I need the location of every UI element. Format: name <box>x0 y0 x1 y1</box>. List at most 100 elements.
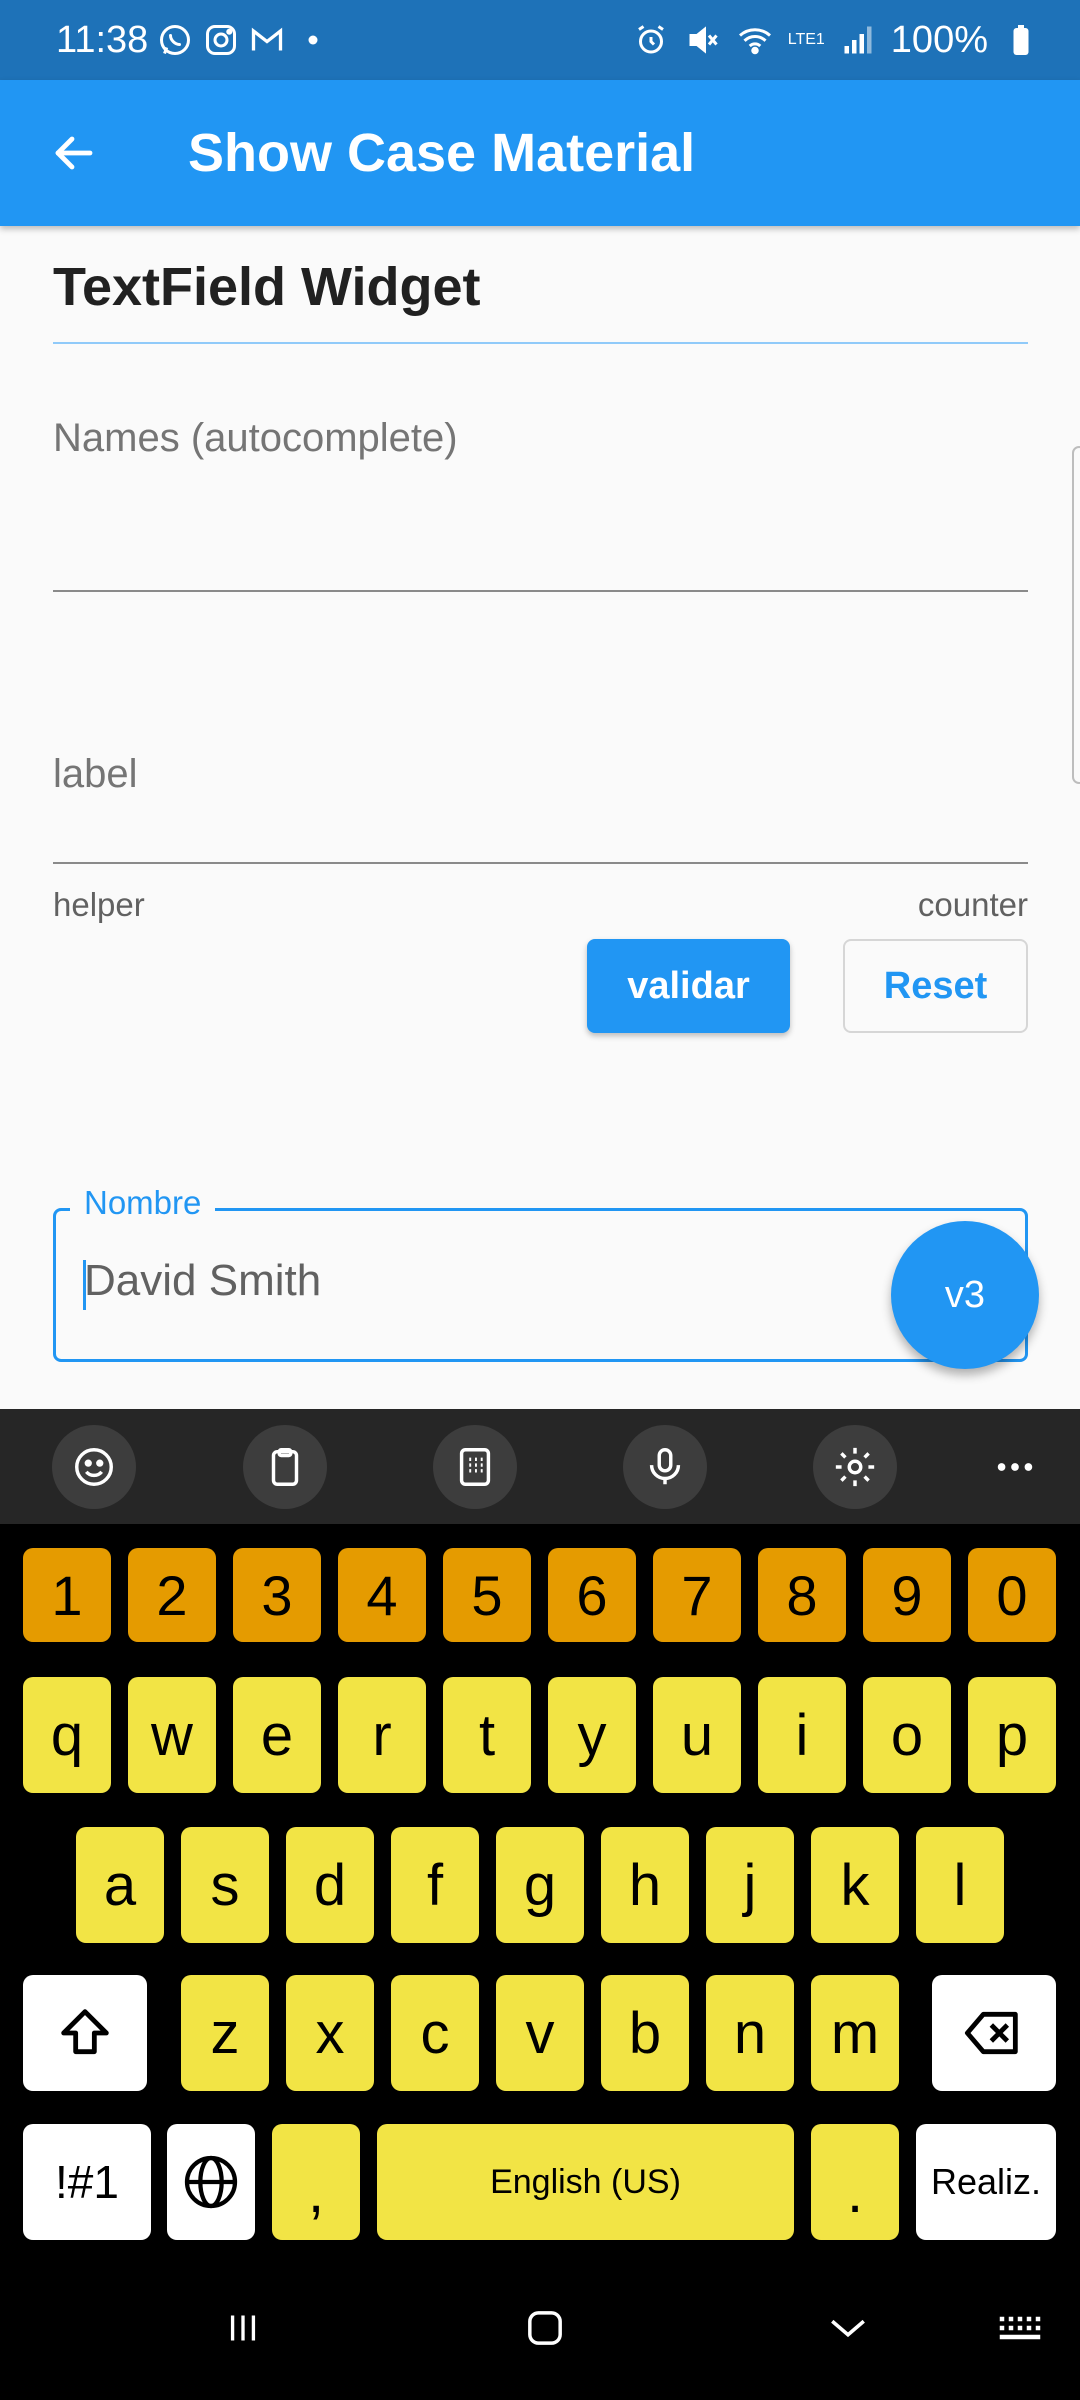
battery-icon <box>1002 21 1040 59</box>
scrollbar[interactable] <box>1072 446 1080 784</box>
reset-button[interactable]: Reset <box>843 939 1028 1033</box>
app-title: Show Case Material <box>188 123 696 183</box>
clipboard-button[interactable] <box>243 1425 327 1509</box>
hide-keyboard-button[interactable] <box>808 2288 888 2368</box>
key-y[interactable]: y <box>548 1677 636 1793</box>
recent-apps-icon <box>230 2315 256 2341</box>
space-key[interactable]: English (US) <box>377 2124 794 2240</box>
counter-text: counter <box>917 886 1028 923</box>
comma-key[interactable]: , <box>272 2124 360 2240</box>
signal-icon <box>839 21 877 59</box>
key-w[interactable]: w <box>128 1677 216 1793</box>
key-n[interactable]: n <box>706 1975 794 2091</box>
label-input-underline <box>53 862 1028 864</box>
key-a[interactable]: a <box>76 1827 164 1943</box>
key-3[interactable]: 3 <box>233 1548 321 1642</box>
mute-icon <box>684 21 722 59</box>
validate-button[interactable]: validar <box>587 939 790 1033</box>
key-o[interactable]: o <box>863 1677 951 1793</box>
key-6[interactable]: 6 <box>548 1548 636 1642</box>
title-divider <box>53 342 1028 344</box>
section-title: TextField Widget <box>53 257 481 317</box>
name-field-value[interactable]: David Smith <box>84 1256 321 1306</box>
names-input-underline <box>53 590 1028 592</box>
emoji-button[interactable] <box>52 1425 136 1509</box>
language-key[interactable] <box>167 2124 255 2240</box>
emoji-icon <box>75 1448 113 1486</box>
key-b[interactable]: b <box>601 1975 689 2091</box>
clipboard-icon <box>271 1448 299 1486</box>
key-z[interactable]: z <box>181 1975 269 2091</box>
keyboard: 1 2 3 4 5 6 7 8 9 0 q w e r t y u i o p … <box>0 1524 1080 2258</box>
key-4[interactable]: 4 <box>338 1548 426 1642</box>
keyboard-switch-button[interactable] <box>980 2288 1060 2368</box>
arrow-left-icon <box>55 136 93 170</box>
key-h[interactable]: h <box>601 1827 689 1943</box>
home-icon <box>528 2311 562 2345</box>
key-8[interactable]: 8 <box>758 1548 846 1642</box>
key-0[interactable]: 0 <box>968 1548 1056 1642</box>
key-7[interactable]: 7 <box>653 1548 741 1642</box>
settings-icon <box>835 1447 875 1487</box>
key-x[interactable]: x <box>286 1975 374 2091</box>
status-time: 11:38 <box>56 18 149 61</box>
key-2[interactable]: 2 <box>128 1548 216 1642</box>
symbols-key[interactable]: !#1 <box>23 2124 151 2240</box>
globe-icon <box>184 2155 238 2209</box>
key-s[interactable]: s <box>181 1827 269 1943</box>
key-f[interactable]: f <box>391 1827 479 1943</box>
keyboard-icon <box>999 2316 1041 2340</box>
recent-apps-button[interactable] <box>203 2288 283 2368</box>
keypad-icon <box>459 1448 491 1486</box>
key-k[interactable]: k <box>811 1827 899 1943</box>
key-q[interactable]: q <box>23 1677 111 1793</box>
voice-input-button[interactable] <box>623 1425 707 1509</box>
fab-button[interactable]: v3 <box>891 1221 1039 1369</box>
key-1[interactable]: 1 <box>23 1548 111 1642</box>
keyboard-settings-button[interactable] <box>813 1425 897 1509</box>
label-input-hint[interactable]: label <box>53 752 138 797</box>
key-r[interactable]: r <box>338 1677 426 1793</box>
key-u[interactable]: u <box>653 1677 741 1793</box>
battery-percent: 100% <box>890 18 988 61</box>
alarm-icon <box>632 21 670 59</box>
gmail-icon <box>248 21 286 59</box>
keypad-button[interactable] <box>433 1425 517 1509</box>
mic-icon <box>649 1448 681 1485</box>
more-options-button[interactable] <box>973 1425 1057 1509</box>
key-d[interactable]: d <box>286 1827 374 1943</box>
key-e[interactable]: e <box>233 1677 321 1793</box>
more-icon <box>997 1463 1033 1471</box>
key-l[interactable]: l <box>916 1827 1004 1943</box>
status-right: LTE1 100% <box>632 19 1040 62</box>
key-5[interactable]: 5 <box>443 1548 531 1642</box>
enter-key[interactable]: Realiz. <box>916 2124 1056 2240</box>
key-c[interactable]: c <box>391 1975 479 2091</box>
home-button[interactable] <box>505 2288 585 2368</box>
notification-dot-icon <box>294 21 332 59</box>
key-i[interactable]: i <box>758 1677 846 1793</box>
key-9[interactable]: 9 <box>863 1548 951 1642</box>
key-t[interactable]: t <box>443 1677 531 1793</box>
key-v[interactable]: v <box>496 1975 584 2091</box>
instagram-icon <box>202 21 240 59</box>
key-p[interactable]: p <box>968 1677 1056 1793</box>
shift-icon <box>61 2009 109 2055</box>
back-button[interactable] <box>34 113 114 193</box>
status-bar: 11:38 LTE1 100% <box>0 0 1080 80</box>
whatsapp-icon <box>156 21 194 59</box>
key-m[interactable]: m <box>811 1975 899 2091</box>
status-left: 11:38 <box>56 19 332 62</box>
content-area: TextField Widget Names (autocomplete) la… <box>0 226 1080 1409</box>
names-input-hint[interactable]: Names (autocomplete) <box>53 416 458 461</box>
shift-key[interactable] <box>23 1975 147 2091</box>
keyboard-toolbar <box>0 1409 1080 1524</box>
chevron-down-icon <box>831 2319 865 2338</box>
key-g[interactable]: g <box>496 1827 584 1943</box>
name-field-label: Nombre <box>70 1184 216 1222</box>
period-key[interactable]: . <box>811 2124 899 2240</box>
key-j[interactable]: j <box>706 1827 794 1943</box>
text-cursor <box>83 1260 86 1310</box>
backspace-key[interactable] <box>932 1975 1056 2091</box>
network-type: LTE1 <box>787 31 825 48</box>
